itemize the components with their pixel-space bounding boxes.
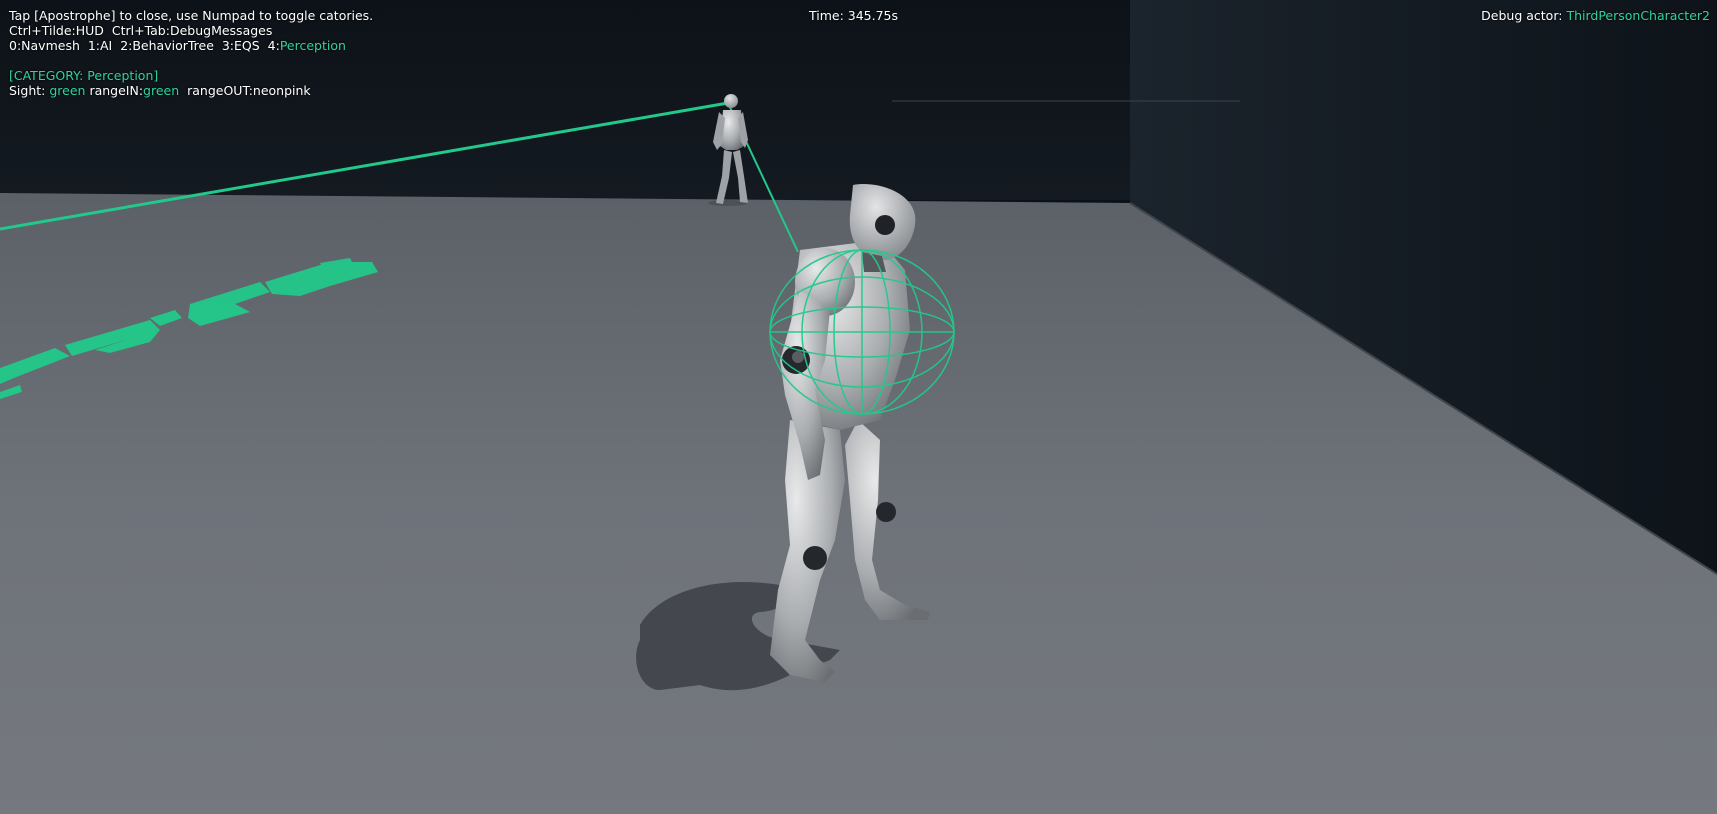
hud-time: Time: 345.75s	[809, 8, 899, 23]
hud-sight-info: Sight: green rangeIN:green rangeOUT:neon…	[9, 83, 311, 98]
hud-shortcuts-text: Ctrl+Tilde:HUD Ctrl+Tab:DebugMessages	[9, 23, 273, 38]
hud-shortcuts: Ctrl+Tilde:HUD Ctrl+Tab:DebugMessages	[9, 23, 272, 38]
debug-actor-name: ThirdPersonCharacter2	[1566, 8, 1710, 23]
hud-category-list: 0:Navmesh 1:AI 2:BehaviorTree 3:EQS 4:Pe…	[9, 38, 346, 53]
category-navmesh[interactable]: 0:Navmesh	[9, 38, 88, 53]
hud-instructions-text: Tap [Apostrophe] to close, use Numpad to…	[9, 8, 374, 23]
sight-label: Sight:	[9, 83, 50, 98]
range-in-label: rangeIN:	[85, 83, 144, 98]
category-perception[interactable]: Perception	[280, 38, 346, 53]
scene-render	[0, 0, 1717, 814]
category-ai[interactable]: 1:AI	[88, 38, 120, 53]
hud-debug-actor: Debug actor: ThirdPersonCharacter2	[1481, 8, 1710, 23]
category-behaviortree[interactable]: 2:BehaviorTree	[120, 38, 222, 53]
hud-instructions: Tap [Apostrophe] to close, use Numpad to…	[9, 8, 373, 23]
range-in-value: green	[143, 83, 180, 98]
game-viewport[interactable]: Tap [Apostrophe] to close, use Numpad to…	[0, 0, 1717, 814]
category-perception-key[interactable]: 4:	[268, 38, 280, 53]
range-out-label: rangeOUT:	[179, 83, 253, 98]
hud-category-header: [CATEGORY: Perception]	[9, 68, 158, 83]
sight-color-value: green	[49, 83, 86, 98]
debug-actor-label: Debug actor:	[1481, 8, 1567, 23]
range-out-value: neonpink	[252, 83, 311, 98]
category-eqs[interactable]: 3:EQS	[222, 38, 268, 53]
category-header-text: [CATEGORY: Perception]	[9, 68, 159, 83]
